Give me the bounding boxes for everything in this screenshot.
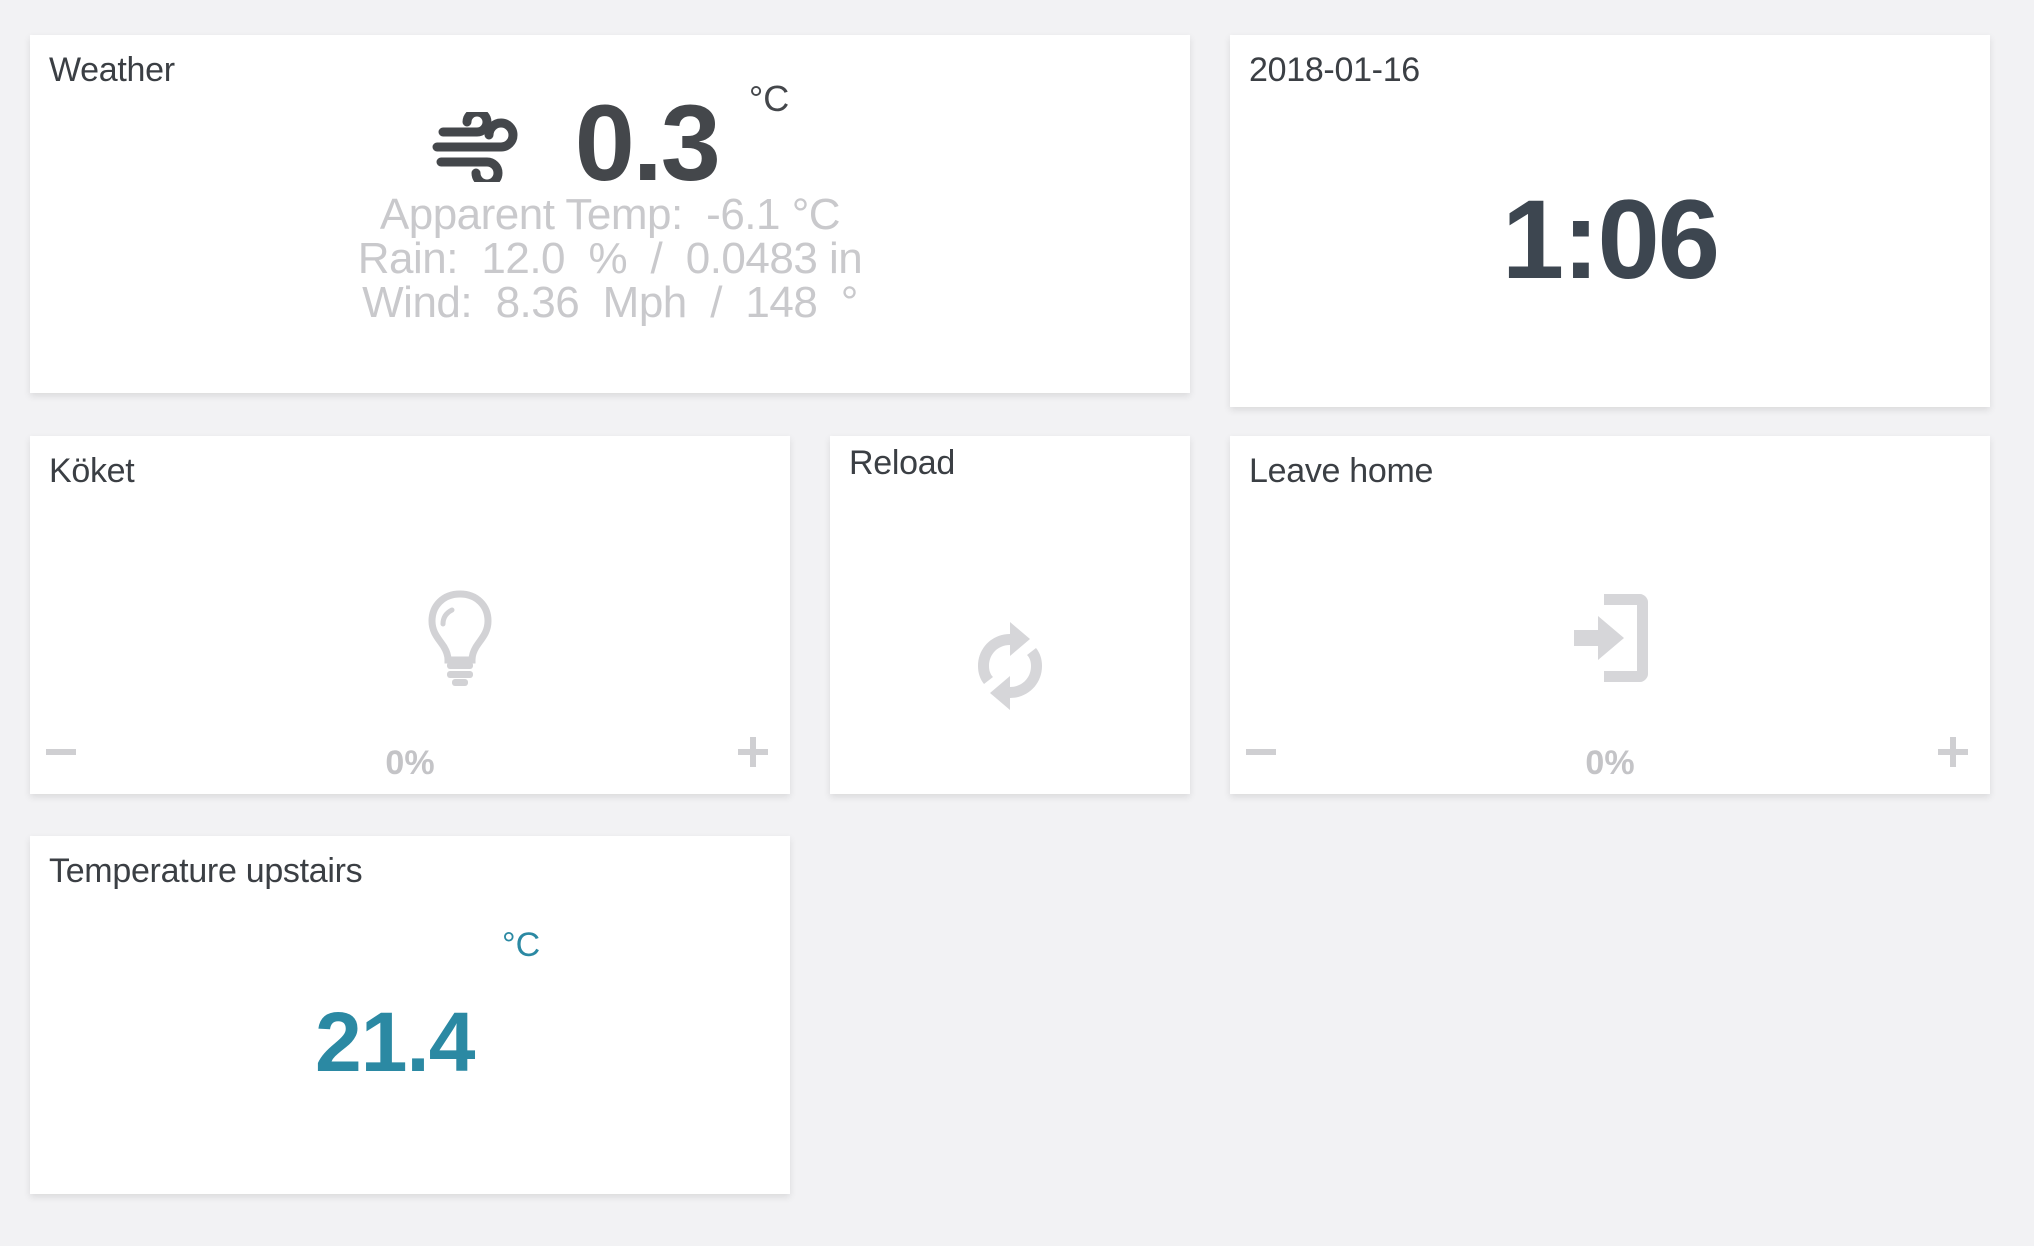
koket-tile[interactable]: Köket 0% <box>30 436 790 794</box>
lightbulb-icon <box>398 588 522 692</box>
leave-home-plus-button[interactable] <box>1938 737 1968 767</box>
weather-rain: Rain: 12.0 % / 0.0483 in <box>357 234 863 283</box>
koket-title: Köket <box>49 452 135 490</box>
temperature-upstairs-value: 21.4 <box>315 995 475 1089</box>
temperature-upstairs-tile[interactable]: Temperature upstairs °C 21.4 <box>30 836 790 1194</box>
clock-tile: 2018-01-16 1:06 <box>1230 35 1990 407</box>
weather-wind: Wind: 8.36 Mph / 148 ° <box>362 278 858 327</box>
weather-tile[interactable]: Weather 0.3 °C Apparent Temp: -6.1 °C Ra… <box>30 35 1190 393</box>
koket-level: 0% <box>385 744 435 782</box>
leave-home-title: Leave home <box>1249 452 1434 490</box>
clock-date: 2018-01-16 <box>1249 51 1420 89</box>
sign-in-icon <box>1230 588 1990 692</box>
weather-apparent-temp: Apparent Temp: -6.1 °C <box>379 190 841 239</box>
reload-tile[interactable]: Reload <box>830 436 1190 794</box>
temperature-upstairs-title: Temperature upstairs <box>49 852 363 890</box>
refresh-icon <box>830 614 1190 714</box>
clock-time: 1:06 <box>1501 177 1720 302</box>
weather-temperature-unit: °C <box>748 78 790 119</box>
leave-home-level: 0% <box>1585 744 1635 782</box>
wind-icon <box>431 107 531 189</box>
koket-plus-button[interactable] <box>738 737 768 767</box>
temperature-upstairs-unit: °C <box>502 926 541 964</box>
weather-temperature: 0.3 <box>574 82 721 203</box>
reload-title: Reload <box>849 444 955 482</box>
leave-home-tile[interactable]: Leave home 0% <box>1230 436 1990 794</box>
